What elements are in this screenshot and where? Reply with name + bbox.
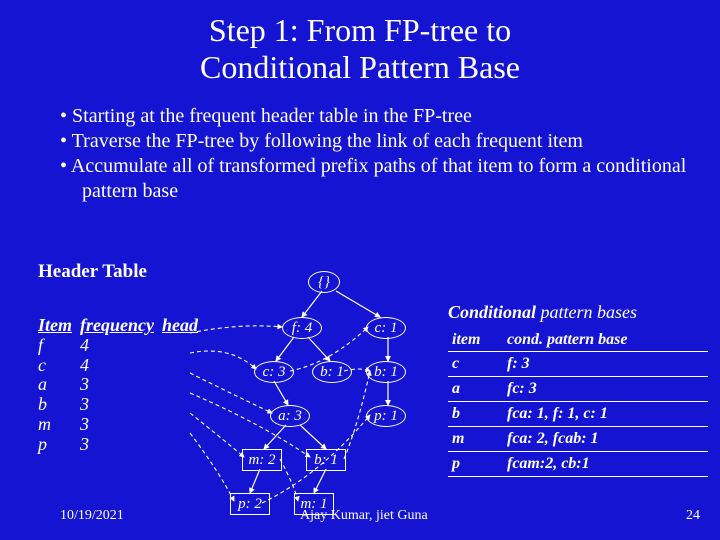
footer-author: Ajay Kumar, jiet Guna — [300, 508, 428, 524]
table-row: pfcam:2, cb:1 — [448, 452, 708, 477]
tree-node: m: 2 — [242, 449, 282, 471]
table-row: bfca: 1, f: 1, c: 1 — [448, 402, 708, 427]
table-row: f4 — [38, 336, 206, 356]
col-head: head — [162, 316, 206, 336]
header-table: Item frequency head f4 c4 a3 b3 m3 p3 — [38, 316, 206, 455]
tree-node: b: 1 — [312, 361, 352, 383]
cond-col-base: cond. pattern base — [503, 329, 708, 352]
cond-table: item cond. pattern base cf: 3 afc: 3 bfc… — [448, 329, 708, 477]
tree-node: b: 1 — [306, 449, 346, 471]
table-row: mfca: 2, fcab: 1 — [448, 427, 708, 452]
header-table-label: Header Table — [38, 261, 147, 283]
footer-page: 24 — [686, 508, 700, 524]
bullet-item: Starting at the frequent header table in… — [60, 104, 690, 129]
tree-edges — [240, 275, 440, 520]
col-frequency: frequency — [80, 316, 162, 336]
table-row: c4 — [38, 356, 206, 376]
bullet-list: Starting at the frequent header table in… — [0, 96, 720, 204]
tree-node: c: 3 — [254, 361, 294, 383]
conditional-pattern-bases: Conditional pattern bases item cond. pat… — [448, 302, 708, 477]
tree-node: f: 4 — [282, 317, 322, 339]
table-row: cf: 3 — [448, 352, 708, 377]
tree-node: c: 1 — [366, 317, 406, 339]
bullet-item: Traverse the FP-tree by following the li… — [60, 129, 690, 154]
table-row: afc: 3 — [448, 377, 708, 402]
col-item: Item — [38, 316, 80, 336]
tree-node: a: 3 — [270, 405, 310, 427]
bullet-item: Accumulate all of transformed prefix pat… — [60, 154, 690, 204]
tree-node: p: 2 — [230, 493, 270, 515]
tree-node: p: 1 — [366, 405, 406, 427]
cond-col-item: item — [448, 329, 503, 352]
table-row: a3 — [38, 375, 206, 395]
tree-node-root: {} — [308, 271, 340, 293]
table-row: p3 — [38, 435, 206, 455]
fp-tree: {} f: 4 c: 1 c: 3 b: 1 b: 1 a: 3 p: 1 m:… — [240, 275, 440, 520]
footer-date: 10/19/2021 — [60, 508, 124, 524]
title-line-2: Conditional Pattern Base — [200, 49, 520, 85]
tree-node: b: 1 — [366, 361, 406, 383]
table-row: m3 — [38, 415, 206, 435]
cond-title: Conditional pattern bases — [448, 302, 708, 323]
title-line-1: Step 1: From FP-tree to — [209, 12, 511, 48]
table-row: b3 — [38, 395, 206, 415]
slide-title: Step 1: From FP-tree to Conditional Patt… — [0, 0, 720, 96]
